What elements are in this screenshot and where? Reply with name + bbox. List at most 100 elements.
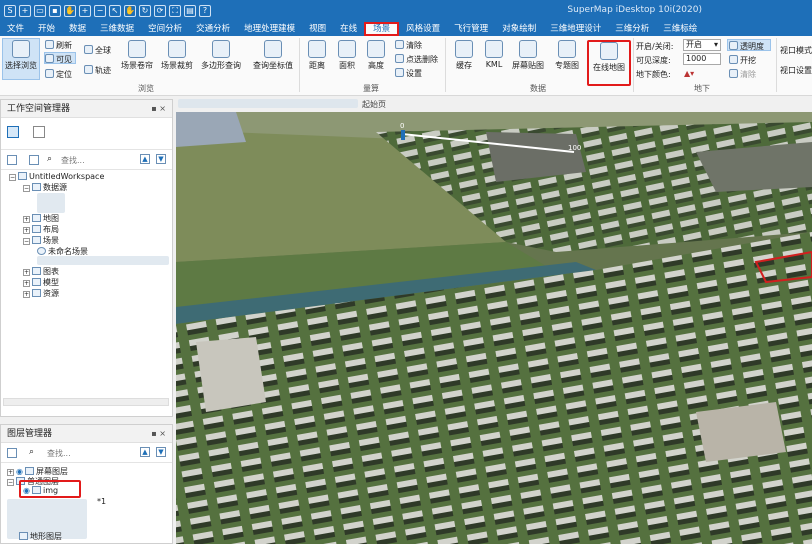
collapse-icon[interactable]: −	[9, 174, 16, 181]
collapse-icon[interactable]: −	[23, 185, 30, 192]
viewport-mode-button[interactable]: 视口模式	[780, 45, 812, 56]
globe-button[interactable]: 全球	[84, 45, 111, 56]
expand-icon[interactable]: +	[23, 291, 30, 298]
expand-icon[interactable]: +	[23, 269, 30, 276]
scene-crop-button[interactable]: 场景裁剪	[158, 40, 196, 71]
save-icon[interactable]: ▪	[49, 5, 61, 17]
tree-view-icon[interactable]	[7, 126, 19, 138]
area-button[interactable]: 面积	[333, 40, 361, 71]
thematic-button[interactable]: 专题图	[550, 40, 584, 71]
folder-view-icon[interactable]	[33, 126, 45, 138]
screen-icon	[519, 40, 537, 58]
search-up-icon[interactable]: ▲	[140, 447, 150, 457]
tree-node-img-layer[interactable]: ◉ img	[23, 486, 58, 495]
tree-node-workspace[interactable]: − UntitledWorkspace	[9, 172, 104, 181]
tree-node-maps[interactable]: + 地图	[23, 213, 59, 224]
tab-3d-data[interactable]: 三维数据	[93, 22, 141, 36]
tab-flight[interactable]: 飞行管理	[447, 22, 495, 36]
tree-node-datasource[interactable]: − 数据源	[23, 182, 67, 193]
tree-node-terrain-layer[interactable]: 地形图层	[19, 531, 62, 542]
query-coords-button[interactable]: 查询坐标值	[250, 40, 296, 71]
underground-clear-button[interactable]: 清除	[729, 69, 756, 80]
expand-icon[interactable]: +	[23, 227, 30, 234]
expand-icon[interactable]: +	[23, 216, 30, 223]
online-map-button[interactable]: 在线地图	[589, 42, 629, 73]
scene-roll-button[interactable]: 场景卷帘	[118, 40, 156, 71]
collapse-icon[interactable]: −	[7, 479, 14, 486]
viewport-settings-button[interactable]: 视口设置	[780, 65, 812, 76]
transparency-button[interactable]: 透明度	[729, 41, 764, 52]
tab-geoprocessing[interactable]: 地理处理建模	[237, 22, 302, 36]
tab-3d-design[interactable]: 三维地理设计	[543, 22, 608, 36]
eye-icon[interactable]: ◉	[16, 467, 23, 476]
tree-node-scenes[interactable]: − 场景	[23, 235, 59, 246]
clear-button[interactable]: 清除	[395, 40, 422, 51]
workspace-open-icon[interactable]	[7, 155, 17, 165]
tab-start-page[interactable]: 起始页	[362, 99, 386, 110]
locate-button[interactable]: 定位	[45, 69, 72, 80]
excavate-button[interactable]: 开挖	[729, 55, 756, 66]
workspace-search-input[interactable]: 查找...	[61, 155, 85, 166]
scene-view[interactable]: 0 100	[176, 112, 812, 544]
pin-close-icons[interactable]: ▪ ×	[151, 100, 166, 118]
kml-button[interactable]: KML	[480, 40, 508, 69]
search-icon[interactable]: ⌕	[47, 154, 52, 164]
tab-start[interactable]: 开始	[31, 22, 62, 36]
tree-node-layouts[interactable]: + 布局	[23, 224, 59, 235]
polygon-query-button[interactable]: 多边形查询	[198, 40, 244, 71]
tree-node-resources[interactable]: + 资源	[23, 288, 59, 299]
tab-scene[interactable]: 场景	[364, 22, 400, 36]
tab-view[interactable]: 视图	[302, 22, 333, 36]
layer-search-input[interactable]: 查找...	[47, 448, 71, 459]
collapse-icon[interactable]: −	[23, 238, 30, 245]
tab-spatial-analysis[interactable]: 空间分析	[141, 22, 189, 36]
trajectory-button[interactable]: 轨迹	[84, 65, 111, 76]
tab-object-draw[interactable]: 对象绘制	[495, 22, 543, 36]
zoom-out-icon[interactable]: −	[94, 5, 106, 17]
search-up-icon[interactable]: ▲	[140, 154, 150, 164]
help-icon[interactable]: ?	[199, 5, 211, 17]
tab-online[interactable]: 在线	[333, 22, 364, 36]
rotate-icon[interactable]: ↻	[139, 5, 151, 17]
tab-3d-plot[interactable]: 三维标绘	[656, 22, 704, 36]
open-icon[interactable]: ▭	[34, 5, 46, 17]
distance-button[interactable]: 距离	[303, 40, 331, 71]
select-browse-button[interactable]: 选择浏览	[3, 40, 39, 71]
search-icon[interactable]: ⌕	[29, 447, 34, 457]
cache-button[interactable]: 缓存	[450, 40, 478, 71]
refresh-icon[interactable]: ⟳	[154, 5, 166, 17]
tab-data[interactable]: 数据	[62, 22, 93, 36]
layer-style-icon[interactable]	[7, 448, 17, 458]
layers-icon[interactable]: ▤	[184, 5, 196, 17]
full-extent-icon[interactable]: ⛶	[169, 5, 181, 17]
pin-close-icons[interactable]: ▪ ×	[151, 425, 166, 443]
visible-button[interactable]: 可见	[45, 54, 72, 65]
screen-map-button[interactable]: 屏幕贴图	[510, 40, 546, 71]
expand-icon[interactable]: +	[7, 469, 14, 476]
color-picker[interactable]: ▲▾	[684, 69, 694, 78]
app-menu-icon[interactable]: S	[4, 5, 16, 17]
pan-icon[interactable]: ✋	[64, 5, 76, 17]
visible-depth-input[interactable]: 1000	[683, 53, 721, 65]
eye-icon[interactable]: ◉	[23, 486, 30, 495]
underground-toggle-select[interactable]: 开启 ▾	[683, 39, 721, 51]
height-button[interactable]: 高度	[362, 40, 390, 71]
new-icon[interactable]: +	[19, 5, 31, 17]
search-down-icon[interactable]: ▼	[156, 154, 166, 164]
clear-points-button[interactable]: 点选删除	[395, 54, 438, 65]
tab-3d-analysis[interactable]: 三维分析	[608, 22, 656, 36]
horizontal-scrollbar[interactable]	[3, 398, 169, 406]
hand-icon[interactable]: ✋	[124, 5, 136, 17]
select-icon[interactable]: ↖	[109, 5, 121, 17]
refresh-button[interactable]: 刷新	[45, 40, 72, 51]
workspace-new-icon[interactable]	[29, 155, 39, 165]
tab-file[interactable]: 文件	[0, 22, 31, 36]
tab-style[interactable]: 风格设置	[399, 22, 447, 36]
measure-settings-button[interactable]: 设置	[395, 68, 422, 79]
tab-traffic-analysis[interactable]: 交通分析	[189, 22, 237, 36]
tree-node-charts[interactable]: + 图表	[23, 266, 59, 277]
zoom-in-icon[interactable]: +	[79, 5, 91, 17]
expand-icon[interactable]: +	[23, 280, 30, 287]
search-down-icon[interactable]: ▼	[156, 447, 166, 457]
tree-node-models[interactable]: + 模型	[23, 277, 59, 288]
